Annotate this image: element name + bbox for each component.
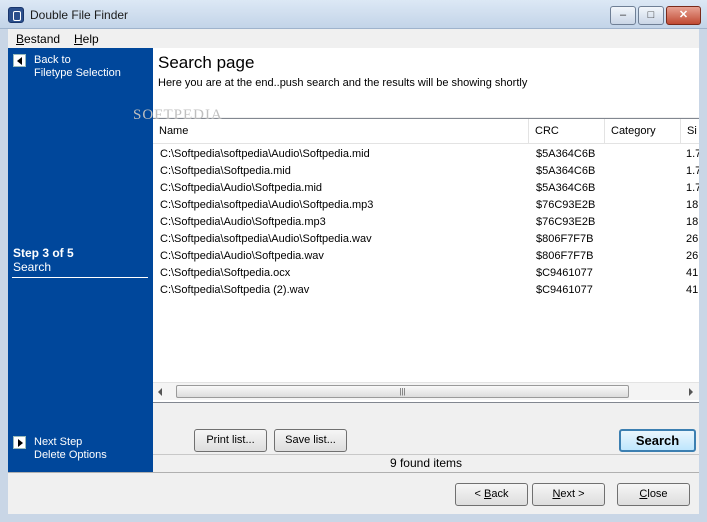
cell-size: 18 bbox=[686, 216, 699, 228]
cell-crc: $C9461077 bbox=[536, 267, 593, 279]
cell-name: C:\Softpedia\Softpedia.ocx bbox=[160, 267, 291, 279]
menu-bestand[interactable]: Bestand bbox=[16, 32, 60, 46]
close-window-button[interactable]: ✕ bbox=[666, 6, 701, 25]
cell-name: C:\Softpedia\softpedia\Audio\Softpedia.m… bbox=[160, 199, 374, 211]
close-button[interactable]: Close bbox=[617, 483, 690, 506]
wizard-footer: < Back Next > Close bbox=[8, 472, 699, 514]
table-row[interactable]: C:\Softpedia\softpedia\Audio\Softpedia.m… bbox=[153, 146, 699, 163]
cell-name: C:\Softpedia\Audio\Softpedia.wav bbox=[160, 250, 324, 262]
cell-crc: $76C93E2B bbox=[536, 216, 596, 228]
step-divider bbox=[12, 277, 148, 278]
cell-name: C:\Softpedia\Audio\Softpedia.mp3 bbox=[160, 216, 326, 228]
column-category[interactable]: Category bbox=[605, 119, 681, 144]
horizontal-scrollbar[interactable]: ||| bbox=[153, 382, 699, 400]
results-list[interactable]: Name CRC Category Si C:\Softpedia\softpe… bbox=[153, 118, 699, 403]
table-row[interactable]: C:\Softpedia\Audio\Softpedia.wav $806F7F… bbox=[153, 248, 699, 265]
main-content: Back to Filetype Selection Step 3 of 5 S… bbox=[8, 48, 699, 514]
next-arrow-icon bbox=[13, 436, 26, 449]
next-link-label: Next Step Delete Options bbox=[34, 436, 107, 461]
cell-size: 18 bbox=[686, 199, 699, 211]
table-row[interactable]: C:\Softpedia\Audio\Softpedia.mp3 $76C93E… bbox=[153, 214, 699, 231]
back-arrow-icon bbox=[13, 54, 26, 67]
title-bar: Double File Finder – □ ✕ bbox=[0, 0, 707, 29]
cell-size: 1.7 bbox=[686, 148, 699, 160]
print-list-button[interactable]: Print list... bbox=[194, 429, 267, 452]
save-list-button[interactable]: Save list... bbox=[274, 429, 347, 452]
cell-crc: $5A364C6B bbox=[536, 182, 596, 194]
scroll-thumb[interactable]: ||| bbox=[176, 385, 629, 398]
page-subtitle: Here you are at the end..push search and… bbox=[158, 77, 528, 89]
list-header: Name CRC Category Si bbox=[153, 119, 699, 144]
cell-size: 1.7 bbox=[686, 182, 699, 194]
wizard-sidebar: Back to Filetype Selection Step 3 of 5 S… bbox=[8, 48, 153, 472]
cell-crc: $806F7F7B bbox=[536, 233, 594, 245]
table-row[interactable]: C:\Softpedia\softpedia\Audio\Softpedia.w… bbox=[153, 231, 699, 248]
cell-crc: $806F7F7B bbox=[536, 250, 594, 262]
cell-size: 26 bbox=[686, 233, 699, 245]
menu-bar: Bestand Help bbox=[8, 29, 699, 48]
app-icon bbox=[8, 7, 24, 23]
column-crc[interactable]: CRC bbox=[529, 119, 605, 144]
maximize-button[interactable]: □ bbox=[638, 6, 664, 25]
cell-size: 41 bbox=[686, 267, 699, 279]
cell-name: C:\Softpedia\Softpedia.mid bbox=[160, 165, 291, 177]
search-button[interactable]: Search bbox=[619, 429, 696, 452]
step-indicator: Step 3 of 5 bbox=[13, 246, 74, 260]
table-row[interactable]: C:\Softpedia\Softpedia.ocx $C9461077 41 bbox=[153, 265, 699, 282]
status-bar: 9 found items bbox=[153, 454, 699, 472]
column-size[interactable]: Si bbox=[681, 119, 699, 144]
table-row[interactable]: C:\Softpedia\Softpedia.mid $5A364C6B 1.7 bbox=[153, 163, 699, 180]
table-row[interactable]: C:\Softpedia\Audio\Softpedia.mid $5A364C… bbox=[153, 180, 699, 197]
cell-name: C:\Softpedia\softpedia\Audio\Softpedia.m… bbox=[160, 148, 370, 160]
softpedia-watermark: SOFTPEDIA bbox=[133, 107, 223, 123]
back-link-label: Back to Filetype Selection bbox=[34, 54, 121, 79]
cell-crc: $76C93E2B bbox=[536, 199, 596, 211]
menu-help[interactable]: Help bbox=[74, 32, 99, 46]
table-row[interactable]: C:\Softpedia\softpedia\Audio\Softpedia.m… bbox=[153, 197, 699, 214]
scroll-left-icon[interactable] bbox=[158, 388, 162, 396]
next-button[interactable]: Next > bbox=[532, 483, 605, 506]
cell-crc: $5A364C6B bbox=[536, 148, 596, 160]
cell-size: 41 bbox=[686, 284, 699, 296]
minimize-button[interactable]: – bbox=[610, 6, 636, 25]
page-title: Search page bbox=[158, 53, 255, 72]
back-button[interactable]: < Back bbox=[455, 483, 528, 506]
cell-size: 1.7 bbox=[686, 165, 699, 177]
page-header: Search page Here you are at the end..pus… bbox=[153, 48, 699, 117]
found-items-count: 9 found items bbox=[389, 456, 463, 470]
cell-crc: $C9461077 bbox=[536, 284, 593, 296]
cell-name: C:\Softpedia\Softpedia (2).wav bbox=[160, 284, 310, 296]
current-step-name: Search bbox=[13, 260, 52, 274]
cell-name: C:\Softpedia\softpedia\Audio\Softpedia.w… bbox=[160, 233, 372, 245]
cell-name: C:\Softpedia\Audio\Softpedia.mid bbox=[160, 182, 323, 194]
cell-size: 26 bbox=[686, 250, 699, 262]
cell-crc: $5A364C6B bbox=[536, 165, 596, 177]
scroll-right-icon[interactable] bbox=[689, 388, 693, 396]
window-title: Double File Finder bbox=[30, 8, 129, 22]
table-row[interactable]: C:\Softpedia\Softpedia (2).wav $C9461077… bbox=[153, 282, 699, 299]
